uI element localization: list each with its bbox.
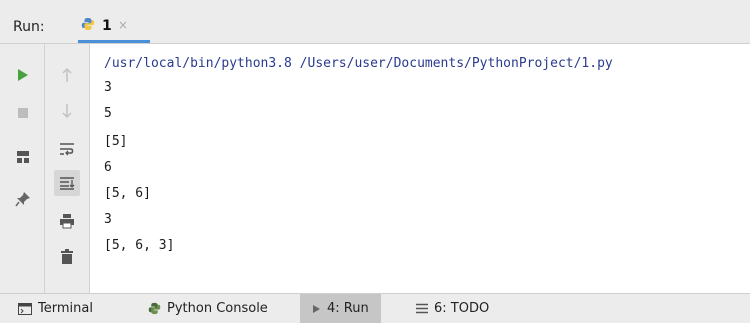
run-tab-1[interactable]: 1 × bbox=[78, 12, 150, 43]
run-toolbar-secondary bbox=[45, 44, 90, 293]
todo-tab[interactable]: 6: TODO bbox=[412, 294, 493, 323]
console-output[interactable]: /usr/local/bin/python3.8 /Users/user/Doc… bbox=[90, 44, 750, 293]
run-panel-header: Run: 1 × bbox=[0, 0, 750, 44]
rerun-button[interactable] bbox=[10, 62, 36, 88]
console-line: 5 bbox=[104, 106, 112, 121]
print-icon bbox=[60, 214, 74, 229]
python-console-tab[interactable]: Python Console bbox=[144, 294, 272, 323]
run-toolbar-primary bbox=[0, 44, 45, 293]
run-panel-title: Run: bbox=[13, 19, 45, 35]
console-line: [5, 6, 3] bbox=[104, 238, 175, 253]
bottom-tool-bar: Terminal Python Console 4: Run 6: TODO bbox=[0, 293, 750, 323]
scroll-to-end-button[interactable] bbox=[54, 170, 80, 196]
clear-all-button[interactable] bbox=[54, 244, 80, 270]
todo-tab-label: 6: TODO bbox=[434, 301, 490, 316]
scroll-to-end-icon bbox=[60, 177, 75, 190]
pin-icon bbox=[15, 192, 30, 207]
run-tab-bottom[interactable]: 4: Run bbox=[300, 294, 381, 323]
soft-wrap-button[interactable] bbox=[54, 136, 80, 162]
soft-wrap-icon bbox=[60, 143, 74, 156]
stop-button[interactable] bbox=[10, 100, 36, 126]
tab-close-icon[interactable]: × bbox=[118, 18, 128, 32]
console-line: [5] bbox=[104, 134, 128, 149]
console-line: [5, 6] bbox=[104, 186, 151, 201]
python-console-icon bbox=[148, 302, 161, 315]
restore-layout-button[interactable] bbox=[10, 144, 36, 170]
print-button[interactable] bbox=[54, 208, 80, 234]
console-line: 3 bbox=[104, 212, 112, 227]
scroll-up-button[interactable] bbox=[54, 62, 80, 88]
layout-grid-icon bbox=[17, 151, 29, 163]
run-tab-label: 1 bbox=[102, 18, 112, 34]
run-icon bbox=[312, 304, 321, 314]
terminal-icon bbox=[18, 302, 32, 315]
console-line: 3 bbox=[104, 80, 112, 95]
trash-icon bbox=[61, 249, 73, 264]
arrow-up-icon bbox=[62, 67, 72, 82]
play-icon bbox=[18, 69, 28, 81]
console-line: 6 bbox=[104, 160, 112, 175]
scroll-down-button[interactable] bbox=[54, 98, 80, 124]
pin-tab-button[interactable] bbox=[10, 186, 36, 212]
python-console-tab-label: Python Console bbox=[167, 301, 268, 316]
terminal-tab-label: Terminal bbox=[38, 301, 93, 316]
todo-icon bbox=[416, 303, 428, 314]
terminal-tab[interactable]: Terminal bbox=[14, 294, 97, 323]
run-tool-window: Run: 1 × /usr/local/bin/python3.8 /Users… bbox=[0, 0, 750, 323]
console-command-line: /usr/local/bin/python3.8 /Users/user/Doc… bbox=[104, 56, 613, 71]
arrow-down-icon bbox=[62, 104, 72, 119]
python-file-icon bbox=[81, 18, 95, 30]
stop-icon bbox=[18, 108, 28, 118]
run-tab-bottom-label: 4: Run bbox=[327, 301, 369, 316]
